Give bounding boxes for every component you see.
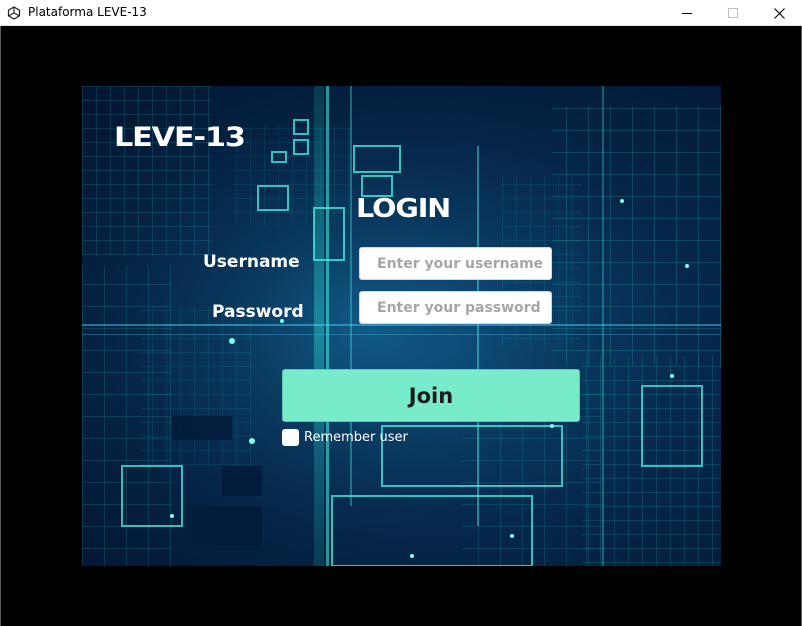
cyber-grid-background — [82, 86, 721, 566]
password-input[interactable] — [359, 291, 552, 324]
window-border-left — [0, 26, 1, 626]
window-title: Plataforma LEVE-13 — [28, 5, 147, 19]
maximize-icon — [728, 8, 738, 18]
minimize-button[interactable] — [664, 0, 710, 26]
username-input[interactable] — [359, 247, 552, 280]
join-button[interactable]: Join — [282, 369, 580, 422]
window-title-bar: Plataforma LEVE-13 — [0, 0, 802, 26]
join-button-label: Join — [408, 383, 454, 408]
password-label: Password — [212, 302, 304, 322]
app-logo: LEVE-13 — [114, 122, 246, 153]
remember-user-checkbox[interactable] — [282, 429, 299, 446]
remember-user-label: Remember user — [304, 430, 408, 445]
minimize-icon — [682, 13, 692, 14]
login-heading: LOGIN — [356, 194, 451, 224]
username-label: Username — [203, 252, 300, 272]
maximize-button[interactable] — [710, 0, 756, 26]
unity-icon — [7, 6, 21, 20]
game-viewport — [82, 86, 721, 566]
close-button[interactable] — [756, 0, 802, 26]
close-icon — [773, 7, 785, 19]
remember-user-toggle[interactable]: Remember user — [282, 429, 408, 446]
